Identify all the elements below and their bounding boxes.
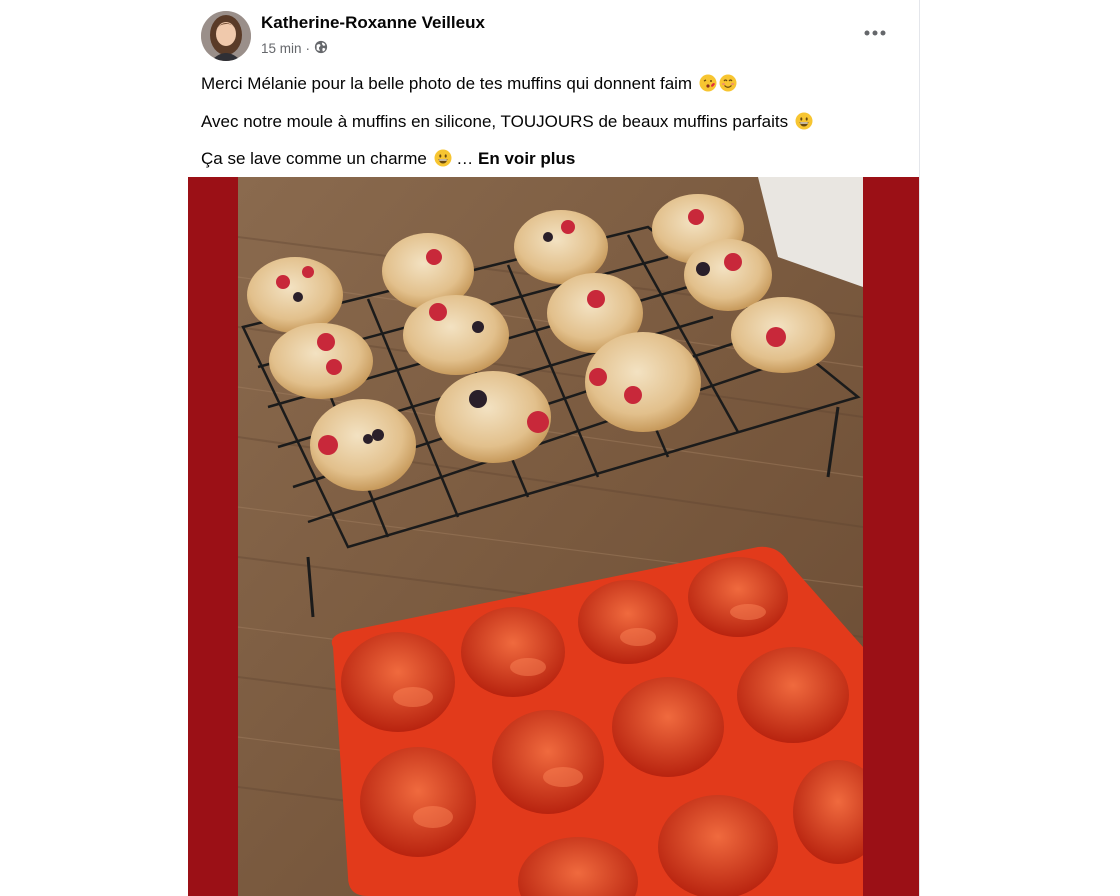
muffins-photo-image bbox=[238, 177, 863, 896]
avatar-image bbox=[201, 11, 251, 61]
more-options-button[interactable] bbox=[860, 22, 890, 44]
ellipsis: … bbox=[456, 149, 474, 168]
post-header: Katherine-Roxanne Veilleux 15 min · bbox=[188, 0, 919, 70]
post-photo[interactable] bbox=[238, 177, 863, 896]
smiling-face-emoji-icon bbox=[719, 74, 737, 99]
post-line-2-text: Avec notre moule à muffins en silicone, … bbox=[201, 111, 789, 131]
feed-post: Katherine-Roxanne Veilleux 15 min · Merc bbox=[188, 0, 920, 896]
post-text: Merci Mélanie pour la belle photo de tes… bbox=[201, 72, 901, 185]
post-photo-container[interactable] bbox=[188, 177, 919, 896]
grinning-face-emoji-icon bbox=[434, 149, 452, 174]
post-meta: 15 min · bbox=[261, 40, 328, 57]
author-avatar[interactable] bbox=[201, 11, 251, 61]
more-horizontal-icon bbox=[864, 30, 886, 36]
globe-icon bbox=[314, 40, 328, 57]
post-line-1: Merci Mélanie pour la belle photo de tes… bbox=[201, 72, 901, 99]
kissing-face-emoji-icon bbox=[699, 74, 717, 99]
post-line-3: Ça se lave comme un charme … En voir plu… bbox=[201, 147, 901, 174]
author-name[interactable]: Katherine-Roxanne Veilleux bbox=[261, 13, 485, 33]
see-more-link[interactable]: En voir plus bbox=[478, 149, 575, 168]
meta-separator: · bbox=[305, 41, 311, 56]
post-line-2: Avec notre moule à muffins en silicone, … bbox=[201, 110, 901, 137]
post-line-1-text: Merci Mélanie pour la belle photo de tes… bbox=[201, 74, 693, 93]
post-line-3-text: Ça se lave comme un charme bbox=[201, 149, 427, 168]
grinning-face-emoji-icon bbox=[795, 112, 813, 137]
post-time[interactable]: 15 min bbox=[261, 41, 302, 56]
